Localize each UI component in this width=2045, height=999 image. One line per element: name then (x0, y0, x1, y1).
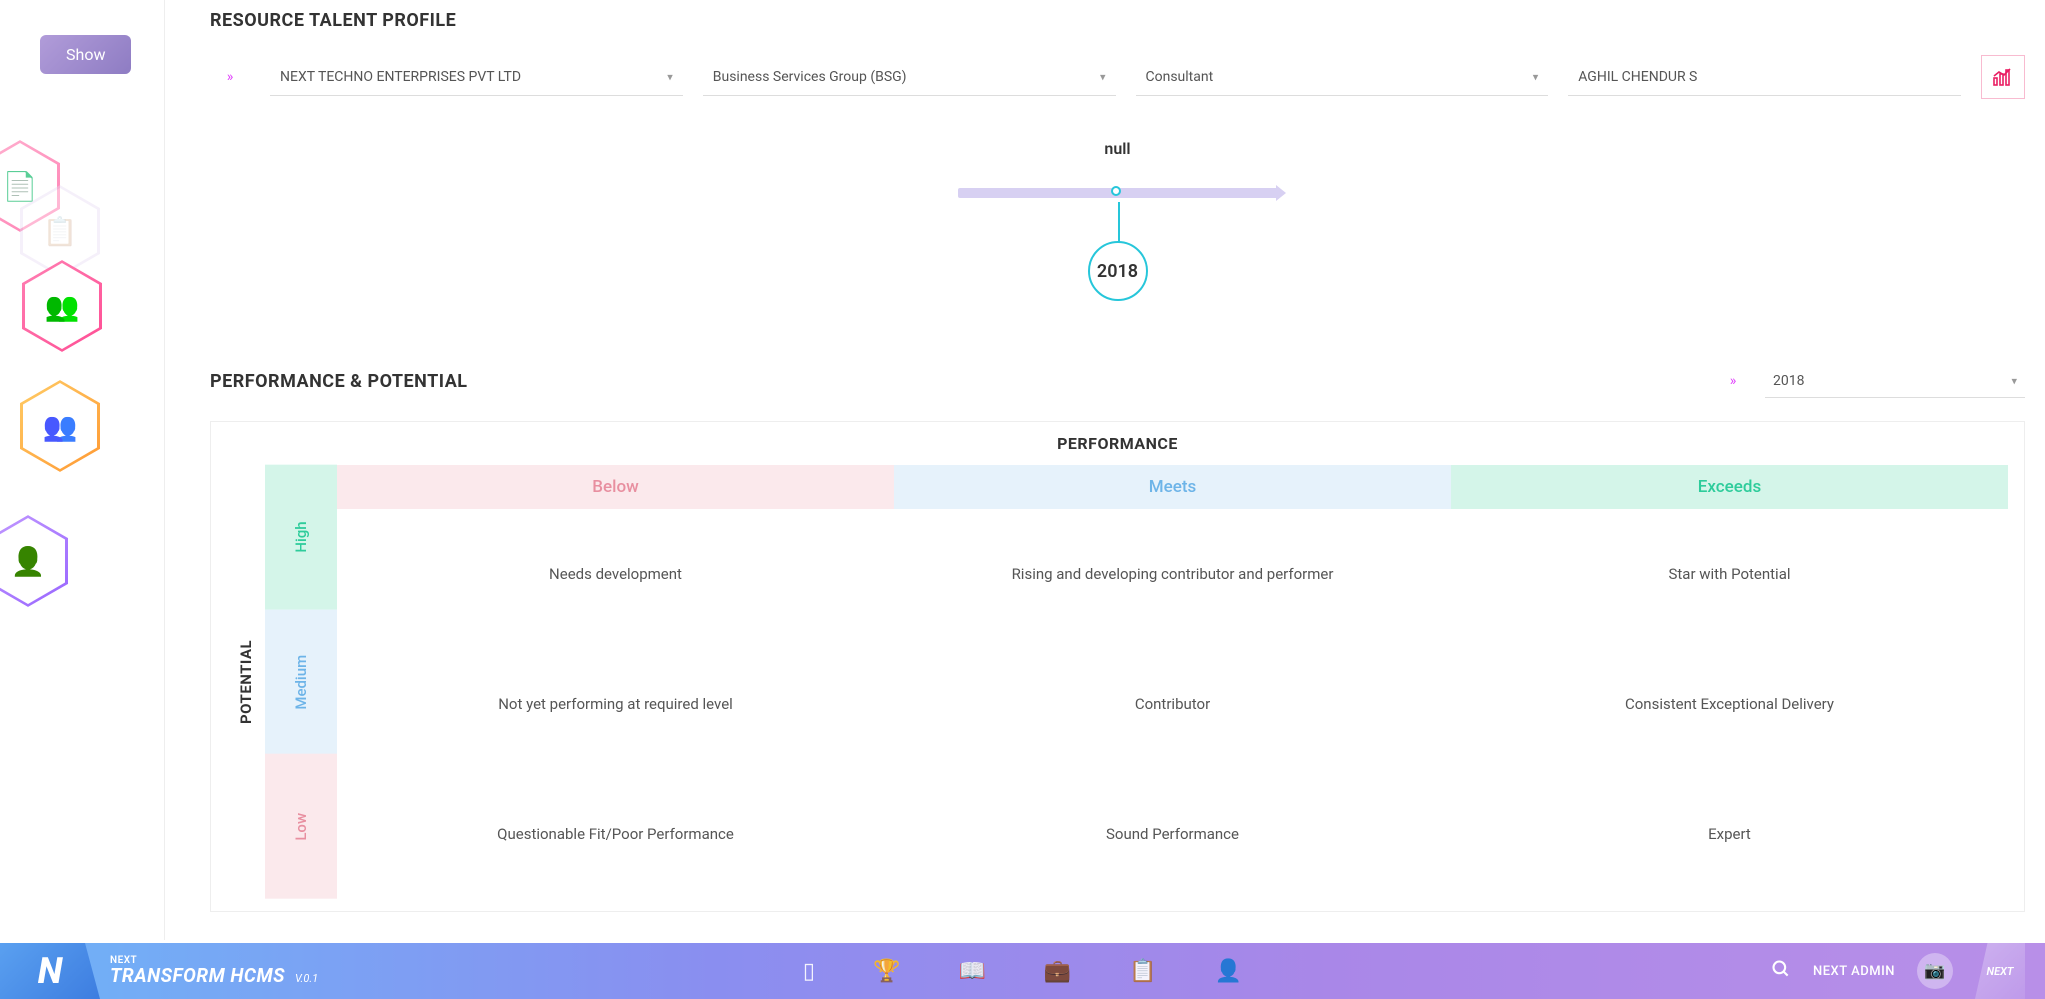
show-button[interactable]: Show (40, 35, 131, 74)
performance-header: PERFORMANCE & POTENTIAL » 2018 (210, 361, 2025, 401)
filter-row: » NEXT TECHNO ENTERPRISES PVT LTD Busine… (210, 55, 2025, 99)
nav-hex-4[interactable] (0, 515, 68, 607)
footer: N NEXT TRANSFORM HCMS V.0.1 ▯ 🏆 📖 💼 📋 👤 … (0, 943, 2045, 999)
cell-med-meets[interactable]: Contributor (894, 639, 1451, 769)
avatar[interactable]: 📷 (1917, 953, 1953, 989)
row-label-high: High (265, 465, 337, 610)
timeline-bar[interactable] (958, 188, 1278, 198)
grid-title-performance: PERFORMANCE (227, 434, 2008, 453)
footer-icon-1[interactable]: ▯ (803, 959, 815, 984)
cell-high-exceeds[interactable]: Star with Potential (1451, 509, 2008, 639)
cell-low-exceeds[interactable]: Expert (1451, 769, 2008, 899)
timeline-connector (1118, 202, 1120, 242)
cell-high-meets[interactable]: Rising and developing contributor and pe… (894, 509, 1451, 639)
footer-logo[interactable]: N (0, 943, 100, 999)
timeline-dot[interactable] (1111, 186, 1121, 196)
timeline: 2018 (210, 188, 2025, 301)
cell-low-meets[interactable]: Sound Performance (894, 769, 1451, 899)
footer-icon-2[interactable]: 🏆 (873, 959, 900, 984)
null-label: null (210, 139, 2025, 158)
admin-label: NEXT ADMIN (1813, 964, 1895, 979)
nav-hex-3[interactable] (20, 380, 100, 472)
cell-med-exceeds[interactable]: Consistent Exceptional Delivery (1451, 639, 2008, 769)
timeline-year[interactable]: 2018 (1088, 241, 1148, 301)
sidebar-divider (164, 0, 165, 940)
chevron-right-icon[interactable]: » (210, 57, 250, 97)
section-title-profile: RESOURCE TALENT PROFILE (210, 10, 2025, 31)
main-content: RESOURCE TALENT PROFILE » NEXT TECHNO EN… (210, 10, 2025, 912)
cell-med-below[interactable]: Not yet performing at required level (337, 639, 894, 769)
search-icon[interactable] (1771, 959, 1791, 984)
footer-brand-main: TRANSFORM HCMS (110, 964, 285, 987)
footer-corner-logo: NEXT (1975, 943, 2025, 999)
role-dropdown[interactable]: Consultant (1136, 59, 1549, 96)
nav-hex-2[interactable] (22, 260, 102, 352)
row-label-low: Low (265, 754, 337, 899)
footer-nav-icons: ▯ 🏆 📖 💼 📋 👤 (803, 959, 1242, 984)
person-input[interactable] (1568, 59, 1961, 96)
footer-brand: NEXT TRANSFORM HCMS V.0.1 (110, 955, 318, 987)
col-header-exceeds: Exceeds (1451, 465, 2008, 509)
row-labels: High Medium Low (265, 465, 337, 899)
sidebar: Show (0, 0, 170, 940)
cell-high-below[interactable]: Needs development (337, 509, 894, 639)
col-header-meets: Meets (894, 465, 1451, 509)
section-title-performance: PERFORMANCE & POTENTIAL (210, 371, 468, 392)
footer-version: V.0.1 (295, 972, 318, 985)
footer-icon-3[interactable]: 📖 (958, 959, 985, 984)
col-headers: Below Meets Exceeds (337, 465, 2008, 509)
year-dropdown[interactable]: 2018 (1765, 365, 2025, 398)
col-header-below: Below (337, 465, 894, 509)
row-label-medium: Medium (265, 610, 337, 755)
footer-icon-5[interactable]: 📋 (1129, 959, 1156, 984)
cell-low-below[interactable]: Questionable Fit/Poor Performance (337, 769, 894, 899)
chart-icon[interactable] (1981, 55, 2025, 99)
nine-box-grid: PERFORMANCE POTENTIAL High Medium Low Be… (210, 421, 2025, 912)
grid-title-potential: POTENTIAL (227, 465, 265, 899)
group-dropdown[interactable]: Business Services Group (BSG) (703, 59, 1116, 96)
chevron-right-icon-2[interactable]: » (1713, 361, 1753, 401)
footer-icon-6[interactable]: 👤 (1215, 959, 1242, 984)
company-dropdown[interactable]: NEXT TECHNO ENTERPRISES PVT LTD (270, 59, 683, 96)
footer-right: NEXT ADMIN 📷 NEXT (1771, 943, 2045, 999)
footer-icon-4[interactable]: 💼 (1044, 959, 1071, 984)
